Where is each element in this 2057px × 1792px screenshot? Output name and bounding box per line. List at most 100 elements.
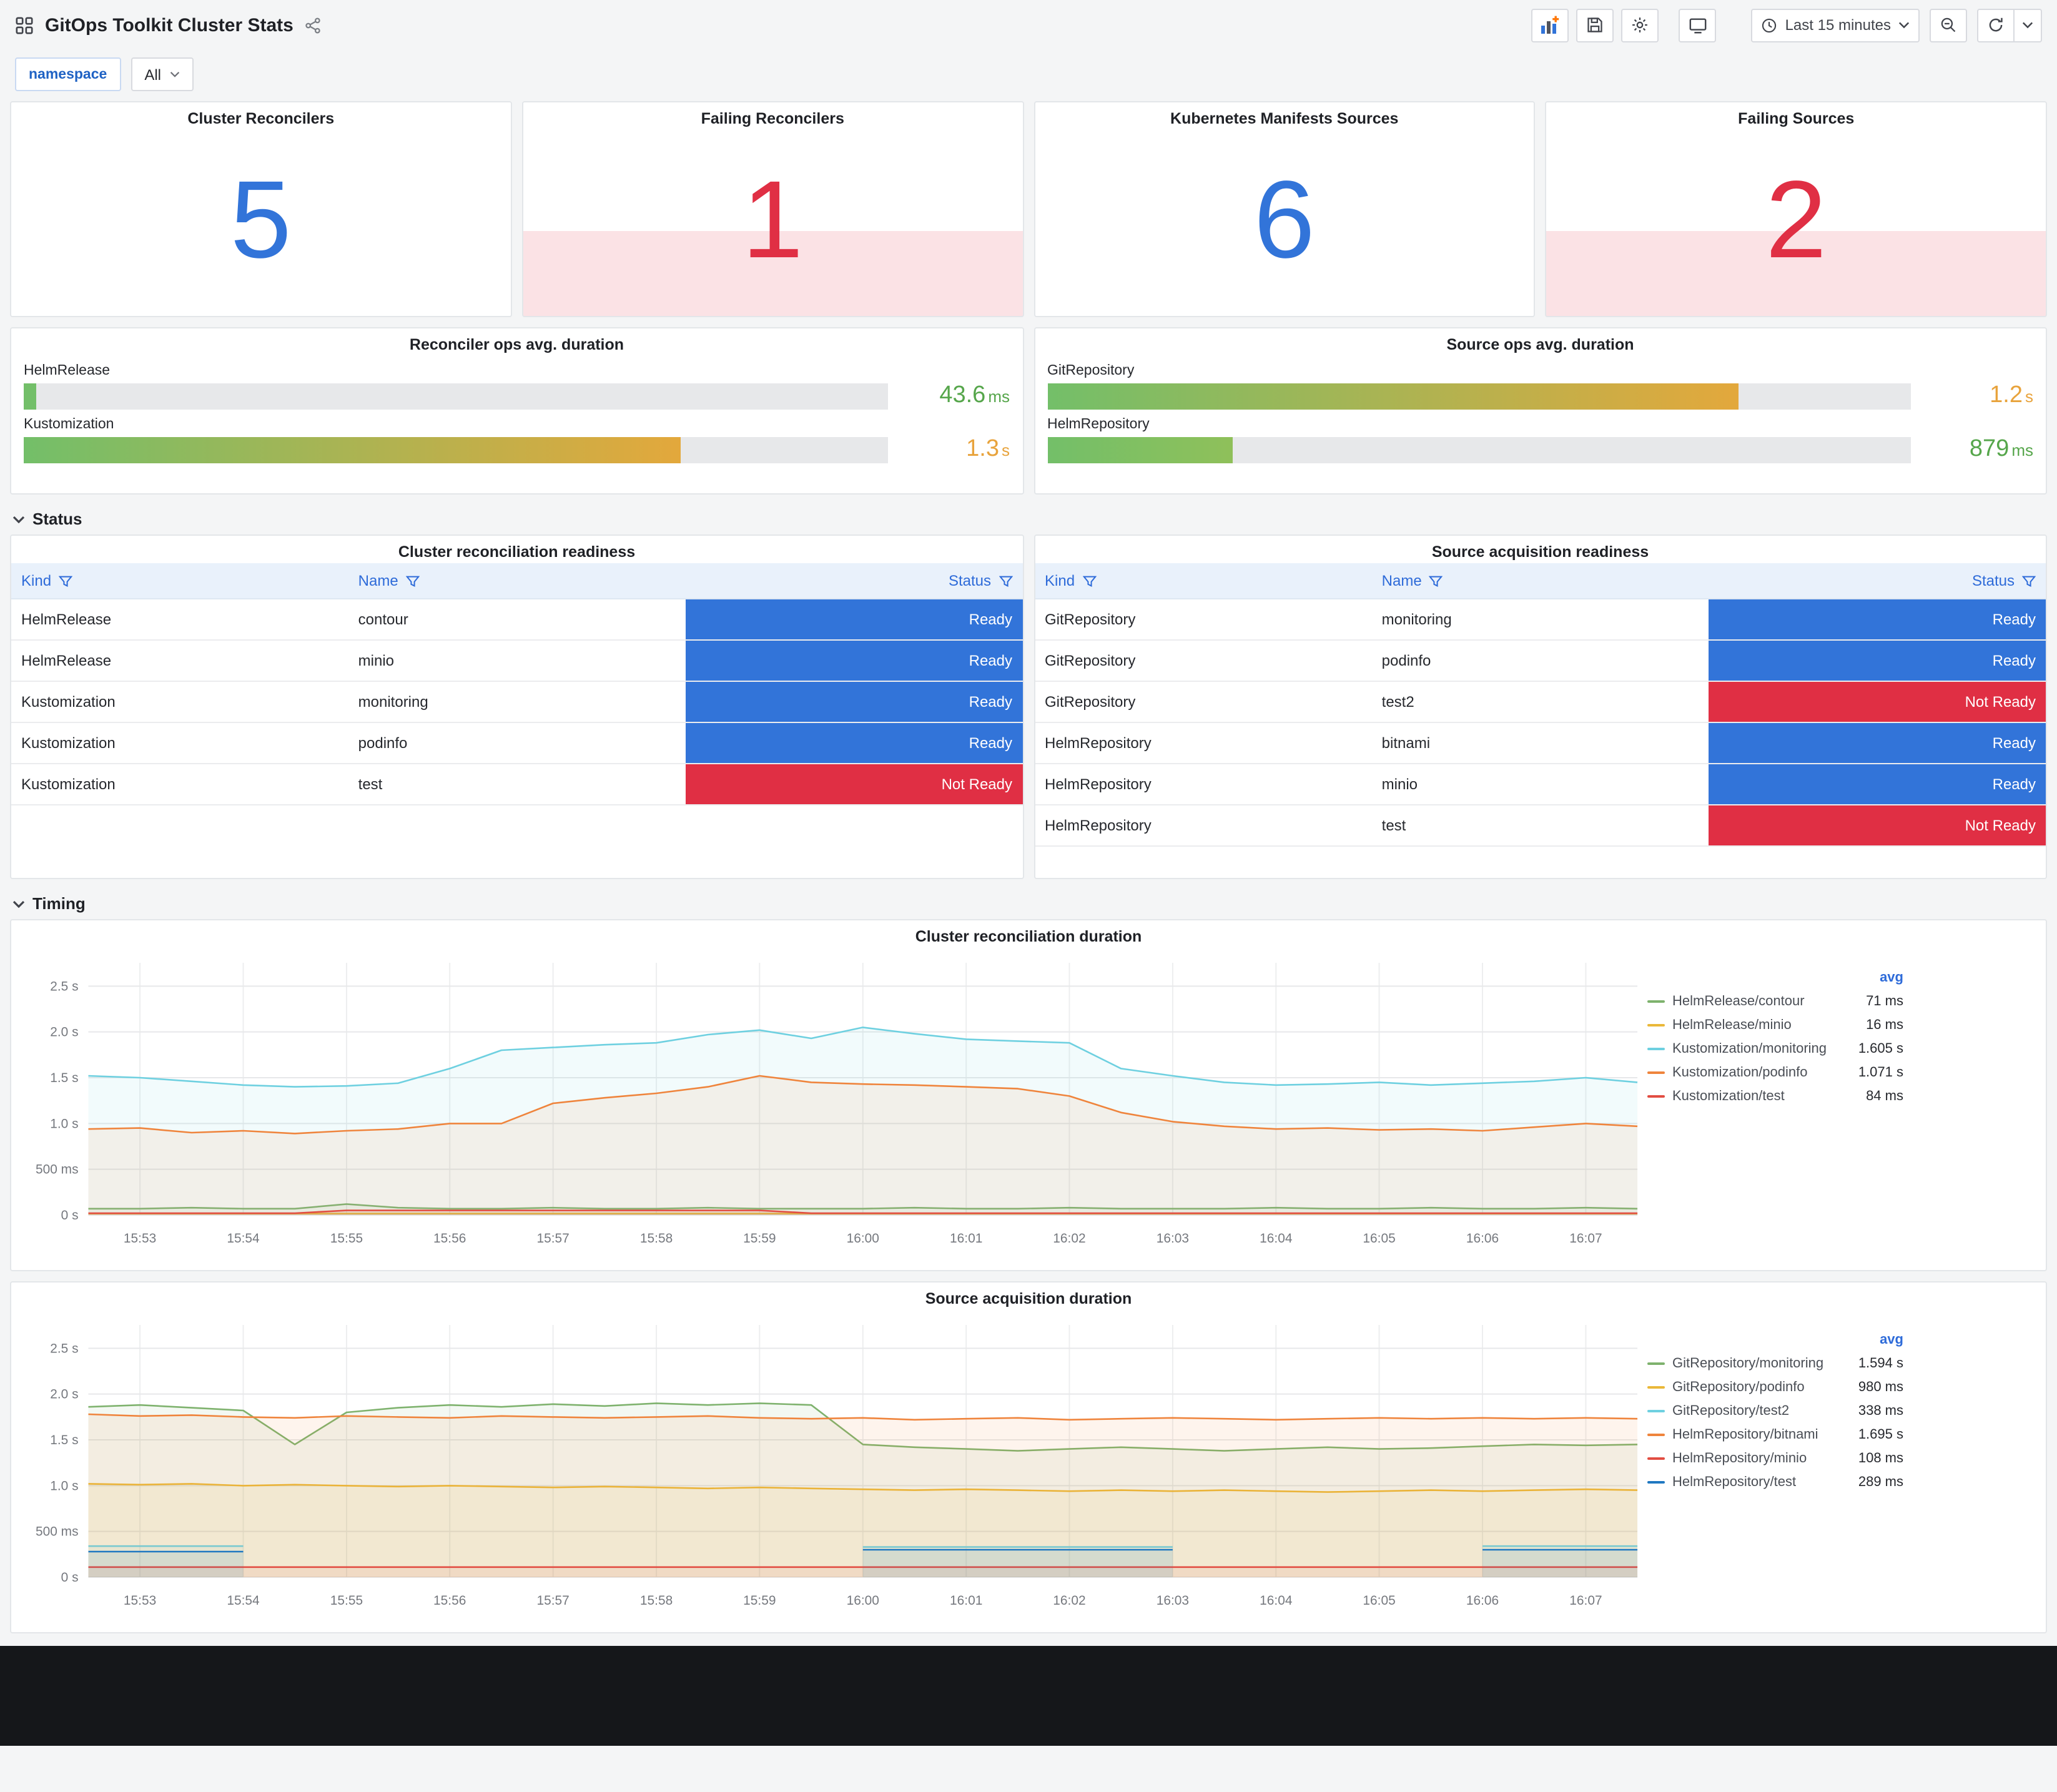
series-color-dash — [1647, 1457, 1665, 1459]
series-name[interactable]: HelmRepository/minio — [1672, 1450, 1851, 1465]
legend-avg-header[interactable]: avg — [1647, 970, 1903, 985]
series-avg-value: 108 ms — [1858, 1450, 1903, 1465]
series-avg-value: 338 ms — [1858, 1403, 1903, 1418]
zoom-out-button[interactable] — [1930, 8, 1967, 42]
template-variables-row: namespace All — [15, 57, 2042, 91]
series-name[interactable]: GitRepository/podinfo — [1672, 1379, 1851, 1394]
svg-text:1.0 s: 1.0 s — [50, 1479, 78, 1493]
kind-cell: HelmRepository — [1045, 817, 1152, 834]
svg-text:1.5 s: 1.5 s — [50, 1433, 78, 1447]
panel-title[interactable]: Source acquisition duration — [11, 1282, 2046, 1310]
name-cell: test2 — [1381, 693, 1414, 711]
legend-item[interactable]: GitRepository/monitoring 1.594 s — [1647, 1351, 1903, 1375]
column-header-name[interactable]: Name — [348, 572, 686, 589]
legend-item[interactable]: HelmRepository/minio 108 ms — [1647, 1446, 1903, 1470]
legend-item[interactable]: HelmRepository/test 289 ms — [1647, 1470, 1903, 1494]
series-name[interactable]: Kustomization/monitoring — [1672, 1041, 1851, 1056]
filter-icon[interactable] — [1429, 574, 1443, 588]
series-name[interactable]: HelmRelease/minio — [1672, 1017, 1858, 1032]
legend-item[interactable]: HelmRepository/bitnami 1.695 s — [1647, 1422, 1903, 1446]
cycle-view-mode-button[interactable] — [1679, 8, 1717, 42]
series-color-dash — [1647, 1071, 1665, 1073]
svg-text:15:56: 15:56 — [433, 1231, 466, 1246]
column-header-kind[interactable]: Kind — [1035, 572, 1372, 589]
table-row: Kustomization monitoring Ready — [11, 682, 1022, 723]
filter-icon[interactable] — [999, 574, 1012, 588]
save-dashboard-button[interactable] — [1576, 8, 1614, 42]
svg-text:16:00: 16:00 — [847, 1593, 879, 1608]
legend-item[interactable]: GitRepository/podinfo 980 ms — [1647, 1375, 1903, 1399]
name-cell: test — [358, 775, 383, 793]
table-row: GitRepository monitoring Ready — [1035, 599, 2046, 641]
namespace-variable-label: namespace — [15, 57, 121, 91]
panel-title[interactable]: Source acquisition readiness — [1035, 536, 2046, 563]
panel-title[interactable]: Reconciler ops avg. duration — [24, 328, 1010, 356]
table-header-row: Kind Name Status — [1035, 563, 2046, 599]
section-row-timing[interactable]: Timing — [12, 894, 2045, 913]
dashboard-settings-button[interactable] — [1621, 8, 1659, 42]
filter-icon[interactable] — [405, 574, 420, 588]
filter-icon[interactable] — [59, 574, 73, 588]
column-header-status[interactable]: Status — [1709, 572, 2046, 589]
refresh-button[interactable] — [1977, 8, 2015, 42]
table-row: GitRepository podinfo Ready — [1035, 641, 2046, 682]
series-name[interactable]: Kustomization/podinfo — [1672, 1065, 1851, 1080]
kind-cell: Kustomization — [21, 775, 116, 793]
legend-item[interactable]: HelmRelease/contour 71 ms — [1647, 989, 1903, 1013]
panel-title[interactable]: Cluster reconciliation duration — [11, 920, 2046, 948]
legend-item[interactable]: HelmRelease/minio 16 ms — [1647, 1013, 1903, 1036]
svg-text:500 ms: 500 ms — [36, 1525, 79, 1539]
page-footer-strip — [0, 1646, 2057, 1746]
dashboards-grid-icon[interactable] — [15, 16, 34, 34]
legend-item[interactable]: Kustomization/podinfo 1.071 s — [1647, 1060, 1903, 1084]
svg-text:2.0 s: 2.0 s — [50, 1387, 78, 1402]
svg-text:15:53: 15:53 — [124, 1593, 156, 1608]
refresh-interval-dropdown[interactable] — [2015, 8, 2042, 42]
time-range-picker[interactable]: Last 15 minutes — [1751, 8, 1920, 42]
series-name[interactable]: Kustomization/test — [1672, 1088, 1858, 1103]
svg-text:16:04: 16:04 — [1260, 1593, 1293, 1608]
table-header-row: Kind Name Status — [11, 563, 1022, 599]
time-series-plot[interactable]: 15:53 15:54 15:55 15:56 15:57 15:58 15:59 16:00… — [16, 1312, 1647, 1627]
filter-icon[interactable] — [1082, 574, 1097, 588]
status-badge: Ready — [1709, 764, 2046, 804]
panel-title[interactable]: Kubernetes Manifests Sources — [1035, 102, 1534, 130]
column-header-status[interactable]: Status — [685, 572, 1022, 589]
panel-title[interactable]: Failing Sources — [1547, 102, 2046, 130]
series-name[interactable]: HelmRepository/bitnami — [1672, 1427, 1851, 1442]
gauge-label: HelmRepository — [1047, 417, 1150, 432]
add-panel-button[interactable] — [1531, 8, 1569, 42]
column-header-name[interactable]: Name — [1372, 572, 1709, 589]
kind-cell: GitRepository — [1045, 652, 1136, 669]
chevron-down-icon — [12, 900, 25, 907]
legend-item[interactable]: GitRepository/test2 338 ms — [1647, 1399, 1903, 1422]
panel-title[interactable]: Failing Reconcilers — [523, 102, 1023, 130]
series-avg-value: 16 ms — [1866, 1017, 1903, 1032]
legend-item[interactable]: Kustomization/test 84 ms — [1647, 1084, 1903, 1108]
namespace-variable-select[interactable]: All — [131, 57, 194, 91]
svg-text:15:57: 15:57 — [537, 1593, 570, 1608]
time-series-plot[interactable]: 15:53 15:54 15:55 15:56 15:57 15:58 15:59 16:00… — [16, 950, 1647, 1265]
series-name[interactable]: HelmRepository/test — [1672, 1474, 1851, 1489]
legend-item[interactable]: Kustomization/monitoring 1.605 s — [1647, 1036, 1903, 1060]
series-name[interactable]: GitRepository/test2 — [1672, 1403, 1851, 1418]
series-color-dash — [1647, 1386, 1665, 1388]
series-name[interactable]: GitRepository/monitoring — [1672, 1356, 1851, 1371]
panel-title[interactable]: Source ops avg. duration — [1047, 328, 2033, 356]
svg-text:2.5 s: 2.5 s — [50, 979, 78, 993]
svg-text:2.5 s: 2.5 s — [50, 1341, 78, 1356]
series-name[interactable]: HelmRelease/contour — [1672, 993, 1858, 1008]
gauge-fill-bar — [1047, 436, 1233, 463]
share-icon[interactable] — [305, 17, 321, 33]
column-header-kind[interactable]: Kind — [11, 572, 348, 589]
section-row-status[interactable]: Status — [12, 510, 2045, 528]
legend-avg-header[interactable]: avg — [1647, 1332, 1903, 1347]
filter-icon[interactable] — [2022, 574, 2036, 588]
table-row: HelmRelease contour Ready — [11, 599, 1022, 641]
series-color-dash — [1647, 1047, 1665, 1050]
kind-cell: HelmRepository — [1045, 734, 1152, 752]
status-badge: Not Ready — [1709, 682, 2046, 722]
panel-title[interactable]: Cluster reconciliation readiness — [11, 536, 1022, 563]
panel-title[interactable]: Cluster Reconcilers — [11, 102, 511, 130]
svg-text:2.0 s: 2.0 s — [50, 1025, 78, 1040]
